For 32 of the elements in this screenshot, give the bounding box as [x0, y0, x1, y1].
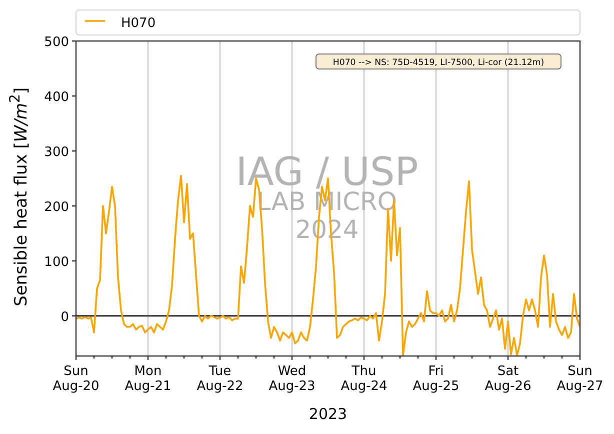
- x-tick: Mon Aug-21: [124, 356, 172, 394]
- y-tick-label: 0: [60, 310, 69, 325]
- x-tick: Sun Aug-27: [556, 356, 604, 394]
- x-tick-label: Sat Aug-26: [484, 364, 532, 394]
- x-tick-label: Fri Aug-25: [412, 364, 460, 394]
- annotation-label: H070 --> NS: 75D-4519, LI-7500, Li-cor (21.12m): [316, 54, 562, 70]
- y-tick-label: 400: [44, 90, 69, 105]
- y-tick: 200: [44, 200, 76, 215]
- x-tick: Tue Aug-22: [196, 356, 244, 394]
- y-tick: 400: [44, 90, 76, 105]
- y-tick-label: 500: [44, 35, 69, 50]
- x-tick-label: Sun Aug-20: [52, 364, 100, 394]
- x-tick-label: Tue Aug-22: [196, 364, 244, 394]
- y-tick-label: 200: [44, 200, 69, 215]
- x-tick: Wed Aug-23: [268, 356, 316, 394]
- x-tick-label: Wed Aug-23: [268, 364, 316, 394]
- y-tick: 0: [60, 310, 76, 325]
- legend-label: H070: [121, 16, 156, 31]
- x-tick: Thu Aug-24: [340, 356, 388, 394]
- x-tick-label: Thu Aug-24: [340, 364, 388, 394]
- x-tick-label: Sun Aug-27: [556, 364, 604, 394]
- x-tick-label: Mon Aug-21: [124, 364, 172, 394]
- y-tick: 100: [44, 254, 76, 270]
- x-axis-label: 2023: [308, 405, 348, 423]
- legend: H070: [76, 10, 580, 36]
- x-tick: Sat Aug-26: [484, 356, 532, 394]
- y-tick-label: 300: [44, 144, 69, 160]
- y-tick: 300: [44, 144, 76, 160]
- x-tick: Sun Aug-20: [52, 356, 100, 394]
- x-tick: Fri Aug-25: [412, 356, 460, 394]
- y-tick: 500: [44, 35, 76, 50]
- y-tick-label: 100: [44, 254, 69, 270]
